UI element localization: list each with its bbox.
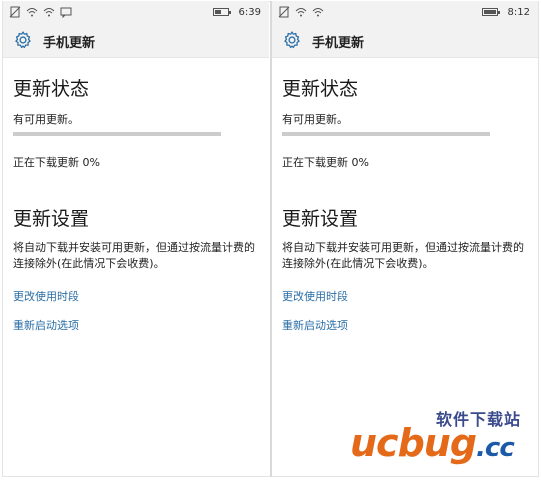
update-settings-heading: 更新设置 xyxy=(282,208,359,230)
restart-options-link[interactable]: 重新启动选项 xyxy=(282,317,348,333)
wifi-icon xyxy=(312,8,324,17)
no-sim-icon xyxy=(278,6,290,18)
status-bar: 6:39 xyxy=(3,1,269,23)
message-icon xyxy=(60,7,72,18)
phone-screen-left: 6:39 手机更新 更新状态 有可用更新。 正在下载更新 0% 更新设置 将自动… xyxy=(3,1,269,476)
status-time: 6:39 xyxy=(238,6,261,18)
site-watermark: 软件下载站 ucbug.cc xyxy=(350,405,540,477)
watermark-logo: ucbug.cc xyxy=(350,421,515,465)
status-right: 6:39 xyxy=(212,4,261,20)
page-title: 手机更新 xyxy=(312,36,365,51)
battery-icon xyxy=(481,8,500,16)
wifi-icon xyxy=(26,8,38,17)
download-status-text: 正在下载更新 0% xyxy=(282,156,369,169)
watermark-logo-text: ucbug xyxy=(350,421,477,465)
app-header: 手机更新 xyxy=(272,23,538,58)
app-header: 手机更新 xyxy=(3,23,269,58)
update-available-text: 有可用更新。 xyxy=(13,113,79,126)
status-bar: 8:12 xyxy=(272,1,538,23)
no-sim-icon xyxy=(9,6,21,18)
change-active-hours-link[interactable]: 更改使用时段 xyxy=(282,288,348,304)
gear-icon xyxy=(284,31,300,49)
status-right: 8:12 xyxy=(481,4,530,20)
status-time: 8:12 xyxy=(507,6,530,18)
restart-options-link[interactable]: 重新启动选项 xyxy=(13,317,79,333)
update-settings-heading: 更新设置 xyxy=(13,208,90,230)
wifi-icon xyxy=(43,8,55,17)
battery-icon xyxy=(212,8,231,16)
download-progress-bar xyxy=(13,132,221,136)
gear-icon xyxy=(15,31,31,49)
update-available-text: 有可用更新。 xyxy=(282,113,348,126)
update-status-heading: 更新状态 xyxy=(13,78,90,100)
status-icons xyxy=(9,5,72,19)
update-status-heading: 更新状态 xyxy=(282,78,359,100)
download-progress-bar xyxy=(282,132,490,136)
download-status-text: 正在下载更新 0% xyxy=(13,156,100,169)
page-title: 手机更新 xyxy=(43,36,96,51)
wifi-icon xyxy=(295,8,307,17)
change-active-hours-link[interactable]: 更改使用时段 xyxy=(13,288,79,304)
watermark-logo-suffix: .cc xyxy=(476,433,515,463)
status-icons xyxy=(278,5,324,19)
update-settings-description: 将自动下载并安装可用更新，但通过按流量计费的连接除外(在此情况下会收费)。 xyxy=(13,241,255,270)
update-settings-description: 将自动下载并安装可用更新，但通过按流量计费的连接除外(在此情况下会收费)。 xyxy=(282,241,524,270)
